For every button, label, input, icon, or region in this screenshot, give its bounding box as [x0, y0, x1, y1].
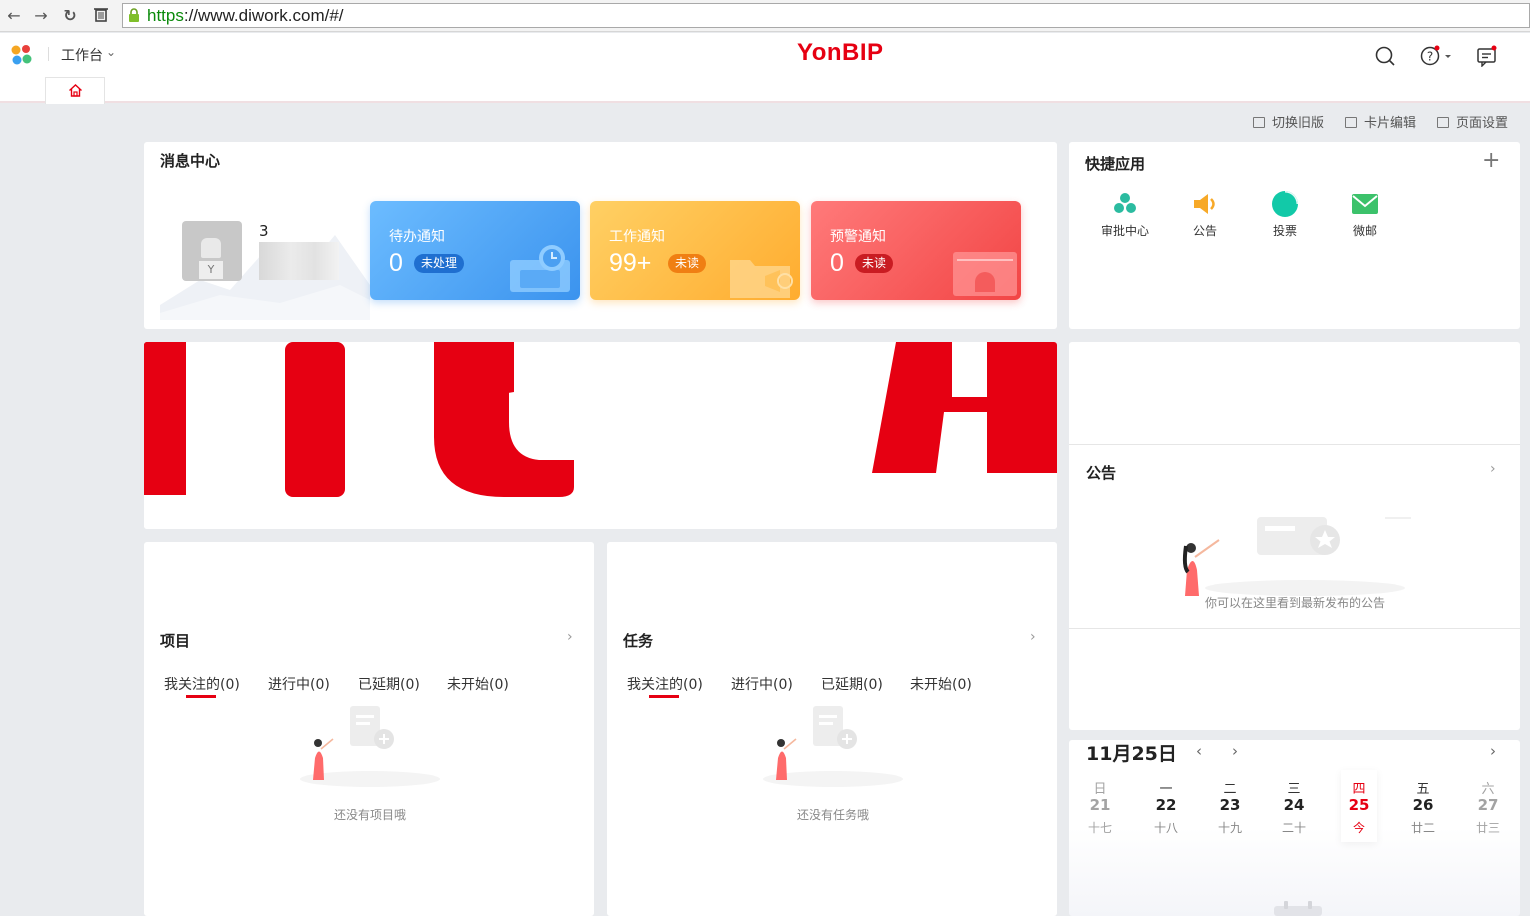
- announcement-title: 公告: [1086, 464, 1117, 482]
- quick-app-label: 微邮: [1352, 224, 1377, 238]
- calendar-day[interactable]: 日 21 十七: [1080, 778, 1120, 836]
- apps-icon[interactable]: [10, 44, 34, 66]
- alarm-icon: [953, 252, 1017, 296]
- add-icon[interactable]: +: [1482, 150, 1500, 172]
- brand-logo: YonBIP: [797, 39, 884, 66]
- tab-not-started[interactable]: 未开始(0): [910, 674, 972, 694]
- notice-label: 预警通知: [830, 229, 886, 245]
- trash-icon[interactable]: [91, 6, 111, 26]
- message-icon[interactable]: [1476, 45, 1498, 67]
- calendar-day-today[interactable]: 四 25 今: [1339, 778, 1379, 836]
- banner-card[interactable]: [144, 342, 1057, 529]
- status-badge: 未读: [855, 254, 894, 273]
- empty-tasks-illustration: [763, 706, 903, 787]
- calendar-day[interactable]: 二 23 十九: [1210, 778, 1250, 836]
- calendar-day[interactable]: 三 24 二十: [1274, 778, 1314, 836]
- quick-app-announcement[interactable]: 公告: [1175, 190, 1235, 239]
- home-icon: [69, 84, 82, 97]
- status-badge: 未处理: [414, 254, 465, 273]
- empty-projects-text: 还没有项目哦: [334, 808, 407, 822]
- notice-label: 工作通知: [609, 229, 665, 245]
- user-count: 3: [259, 222, 269, 240]
- tab-delayed[interactable]: 已延期(0): [821, 674, 883, 694]
- empty-tasks-text: 还没有任务哦: [797, 808, 870, 822]
- empty-announcement-illustration: [1182, 517, 1411, 596]
- browser-toolbar: ← → ↻ https://www.diwork.com/#/: [0, 0, 1530, 32]
- tab-in-progress[interactable]: 进行中(0): [731, 674, 793, 694]
- quick-apps-title: 快捷应用: [1085, 155, 1146, 173]
- quick-app-label: 投票: [1272, 224, 1297, 238]
- reload-icon[interactable]: ↻: [60, 6, 80, 26]
- todo-notice-card[interactable]: 待办通知 0 未处理: [370, 201, 580, 300]
- tasks-title: 任务: [623, 632, 654, 650]
- tab-following[interactable]: 我关注的(0): [164, 674, 240, 694]
- empty-projects-illustration: [300, 706, 440, 787]
- chevron-right-icon[interactable]: ›: [1490, 742, 1496, 760]
- inbox-clock-icon: [510, 245, 570, 292]
- work-notice-card[interactable]: 工作通知 99+ 未读: [590, 201, 800, 300]
- mail-icon: [1352, 194, 1378, 214]
- back-icon[interactable]: ←: [4, 6, 24, 26]
- quick-app-label: 公告: [1192, 224, 1217, 238]
- warning-notice-card[interactable]: 预警通知 0 未读: [811, 201, 1021, 300]
- card-edit-button[interactable]: 卡片编辑: [1345, 112, 1416, 131]
- page-toolbar: 切换旧版 卡片编辑 页面设置: [0, 112, 1530, 131]
- banner-image: [144, 342, 1057, 529]
- chevron-down-icon[interactable]: ⌄: [106, 45, 116, 59]
- url-text: https://www.diwork.com/#/: [147, 6, 344, 25]
- help-icon[interactable]: ?: [1420, 45, 1454, 67]
- forward-icon[interactable]: →: [31, 6, 51, 26]
- quick-app-approval[interactable]: 审批中心: [1095, 190, 1155, 239]
- calendar-empty-icon: [1274, 901, 1322, 916]
- card-edit-icon: [1345, 117, 1357, 128]
- tab-following[interactable]: 我关注的(0): [627, 674, 703, 694]
- tab-in-progress[interactable]: 进行中(0): [268, 674, 330, 694]
- page-settings-button[interactable]: 页面设置: [1437, 112, 1508, 131]
- switch-old-version-button[interactable]: 切换旧版: [1253, 112, 1324, 131]
- empty-announcement-text: 你可以在这里看到最新发布的公告: [1205, 596, 1386, 610]
- calendar-day[interactable]: 六 27 廿三: [1468, 778, 1508, 836]
- vote-pie-icon: [1272, 191, 1298, 217]
- notice-label: 待办通知: [389, 229, 445, 245]
- chevron-right-icon[interactable]: ›: [1232, 742, 1238, 760]
- tab-home[interactable]: [45, 77, 105, 104]
- chevron-right-icon[interactable]: ›: [1030, 629, 1036, 645]
- quick-app-mail[interactable]: 微邮: [1335, 190, 1395, 239]
- divider: [1069, 444, 1520, 445]
- app-header: 工作台 ⌄ YonBIP ?: [0, 33, 1530, 104]
- calendar-date: 11月25日: [1086, 743, 1177, 765]
- projects-title: 项目: [160, 632, 191, 650]
- avatar-badge: Y: [199, 261, 223, 279]
- switch-icon: [1253, 117, 1265, 128]
- search-icon[interactable]: [1374, 45, 1396, 67]
- chevron-left-icon[interactable]: ‹: [1196, 742, 1202, 760]
- lock-icon: [129, 8, 139, 22]
- settings-icon: [1437, 117, 1449, 128]
- avatar-head: [201, 238, 221, 258]
- notice-count: 99+: [609, 249, 652, 277]
- svg-text:?: ?: [1427, 50, 1433, 64]
- tab-active-indicator: [649, 695, 679, 698]
- calendar-day[interactable]: 五 26 廿二: [1403, 778, 1443, 836]
- chevron-right-icon[interactable]: ›: [567, 629, 573, 645]
- calendar-day[interactable]: 一 22 十八: [1146, 778, 1186, 836]
- tab-active-indicator: [186, 695, 216, 698]
- message-center-title: 消息中心: [160, 152, 221, 170]
- quick-app-vote[interactable]: 投票: [1255, 190, 1315, 239]
- speaker-icon: [1194, 194, 1215, 214]
- workbench-menu[interactable]: 工作台: [61, 45, 103, 65]
- tab-not-started[interactable]: 未开始(0): [447, 674, 509, 694]
- address-bar[interactable]: https://www.diwork.com/#/: [122, 3, 1530, 28]
- header-divider: [48, 47, 49, 61]
- approval-icon: [1114, 193, 1136, 213]
- chevron-right-icon[interactable]: ›: [1490, 461, 1496, 477]
- notice-count: 0: [830, 249, 844, 277]
- folder-icon: [730, 260, 793, 298]
- tab-delayed[interactable]: 已延期(0): [358, 674, 420, 694]
- quick-app-label: 审批中心: [1100, 224, 1149, 238]
- notice-count: 0: [389, 249, 403, 277]
- user-name-blurred: [259, 242, 339, 280]
- divider: [1069, 628, 1520, 629]
- status-badge: 未读: [668, 254, 707, 273]
